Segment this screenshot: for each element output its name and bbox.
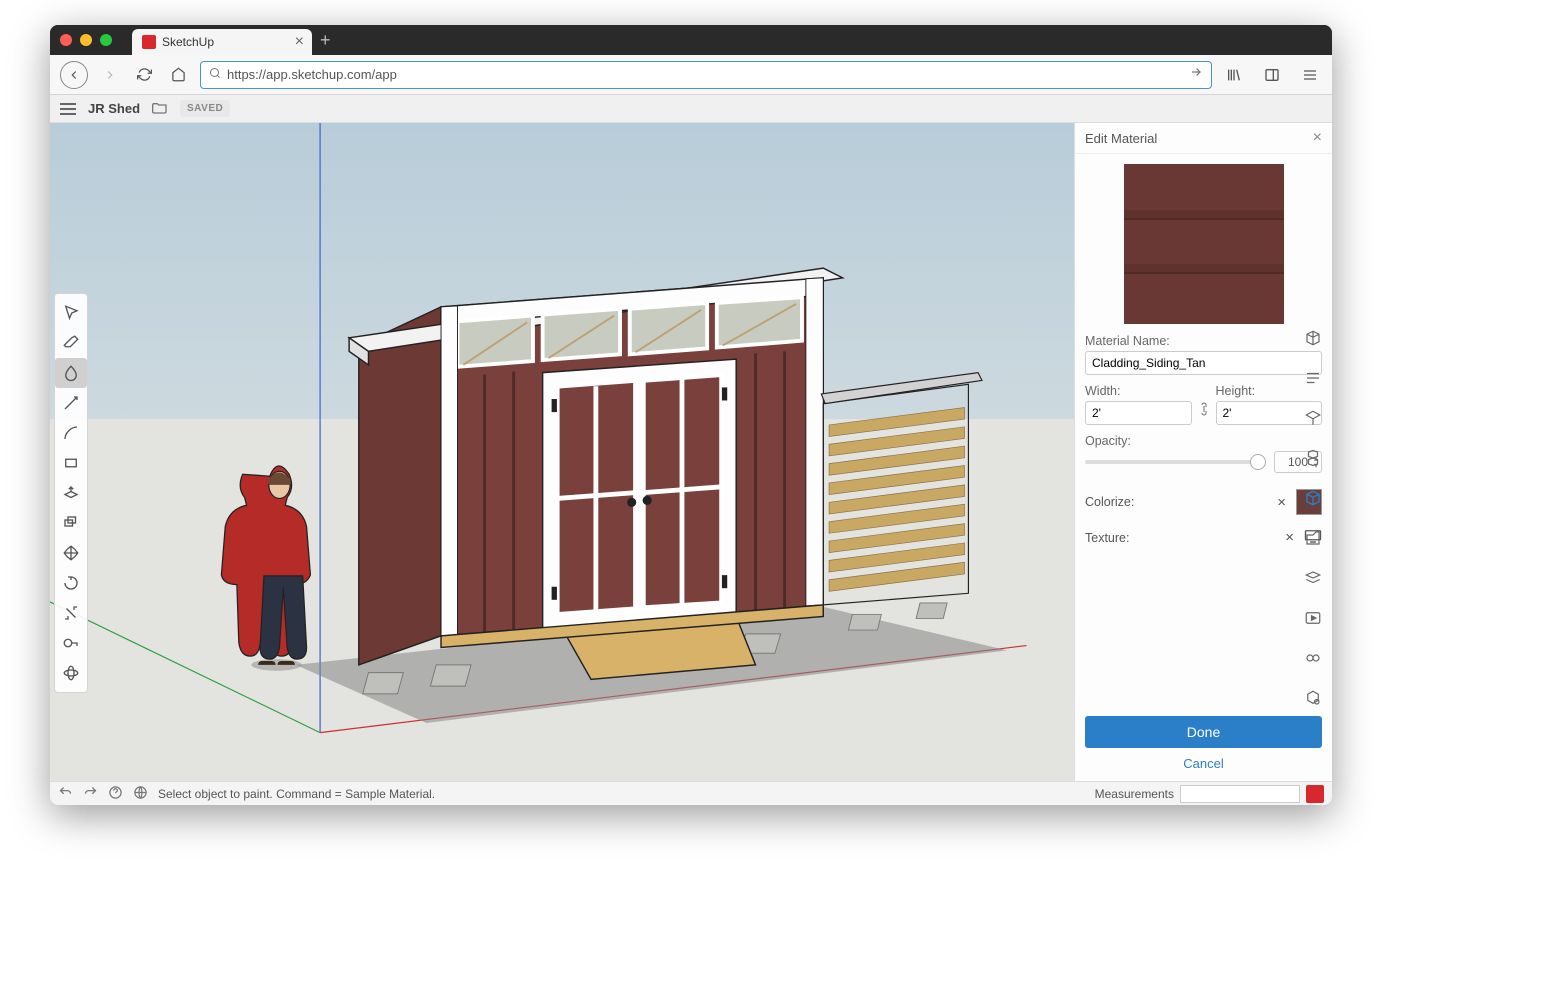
components-tray[interactable] <box>1298 403 1328 433</box>
line-tool[interactable] <box>55 388 87 418</box>
browser-navbar: https://app.sketchup.com/app <box>50 55 1332 95</box>
redo-icon[interactable] <box>83 785 98 803</box>
status-bar: Select object to paint. Command = Sample… <box>50 781 1332 805</box>
layers-tray[interactable] <box>1298 563 1328 593</box>
reload-button[interactable] <box>132 63 156 87</box>
model-info-tray[interactable] <box>1298 683 1328 713</box>
opacity-label: Opacity: <box>1085 434 1322 448</box>
materials-tray[interactable] <box>1298 483 1328 513</box>
measurements-input[interactable] <box>1180 785 1300 803</box>
scenes-tray[interactable] <box>1298 603 1328 633</box>
scale-figure <box>221 466 310 671</box>
app-menu-button[interactable] <box>60 103 76 115</box>
cancel-button[interactable]: Cancel <box>1085 756 1322 771</box>
right-toolbar <box>1298 323 1328 713</box>
undo-icon[interactable] <box>58 785 73 803</box>
pushpull-tool[interactable] <box>55 478 87 508</box>
instructor-tray[interactable] <box>1298 363 1328 393</box>
arc-tool[interactable] <box>55 418 87 448</box>
scale-tool[interactable] <box>55 598 87 628</box>
panel-footer: Done Cancel <box>1075 706 1332 781</box>
help-icon[interactable] <box>108 785 123 803</box>
status-hint: Select object to paint. Command = Sample… <box>158 787 435 801</box>
shape-tool[interactable] <box>55 448 87 478</box>
opacity-slider[interactable] <box>1085 460 1266 464</box>
home-button[interactable] <box>166 63 190 87</box>
main-area: Edit Material × Material Name: <box>50 123 1332 781</box>
measurements-label: Measurements <box>1095 787 1174 801</box>
traffic-lights <box>60 34 112 46</box>
entity-info-tray[interactable] <box>1298 323 1328 353</box>
outliner-tray[interactable] <box>1298 443 1328 473</box>
app-shell: JR Shed SAVED <box>50 95 1332 805</box>
forward-button[interactable] <box>98 63 122 87</box>
app-topbar: JR Shed SAVED <box>50 95 1332 123</box>
texture-label: Texture: <box>1085 531 1129 545</box>
url-bar[interactable]: https://app.sketchup.com/app <box>200 61 1212 89</box>
material-name-label: Material Name: <box>1085 334 1322 348</box>
panel-close-icon[interactable]: × <box>1313 129 1322 147</box>
document-title: JR Shed <box>88 101 140 116</box>
tab-title: SketchUp <box>162 35 214 49</box>
library-icon[interactable] <box>1222 63 1246 87</box>
close-tab-icon[interactable]: × <box>295 33 304 51</box>
move-tool[interactable] <box>55 538 87 568</box>
menu-icon[interactable] <box>1298 63 1322 87</box>
new-tab-button[interactable]: + <box>320 30 331 51</box>
display-tray[interactable] <box>1298 643 1328 673</box>
go-icon[interactable] <box>1189 65 1203 84</box>
edit-material-panel: Edit Material × Material Name: <box>1074 123 1332 781</box>
search-icon <box>209 67 221 82</box>
folder-icon[interactable] <box>152 99 168 119</box>
rotate-tool[interactable] <box>55 568 87 598</box>
url-text: https://app.sketchup.com/app <box>227 67 1189 82</box>
minimize-window-button[interactable] <box>80 34 92 46</box>
colorize-reset-icon[interactable]: × <box>1277 494 1286 511</box>
styles-tray[interactable] <box>1298 523 1328 553</box>
opacity-slider-thumb[interactable] <box>1250 454 1266 470</box>
viewport-3d[interactable] <box>50 123 1074 781</box>
done-button[interactable]: Done <box>1085 716 1322 748</box>
colorize-label: Colorize: <box>1085 495 1134 509</box>
sketchup-logo-icon <box>1306 785 1324 803</box>
model-canvas <box>50 123 1074 781</box>
language-icon[interactable] <box>133 785 148 803</box>
width-input[interactable] <box>1085 401 1192 425</box>
material-name-input[interactable] <box>1085 351 1322 375</box>
browser-right-icons <box>1222 63 1322 87</box>
back-button[interactable] <box>60 61 88 89</box>
browser-window: SketchUp × + https://app.sketchup.com/ap… <box>50 25 1332 805</box>
material-preview <box>1124 164 1284 324</box>
sketchup-favicon <box>142 35 156 49</box>
tape-tool[interactable] <box>55 628 87 658</box>
left-toolbar <box>54 293 88 693</box>
browser-tab[interactable]: SketchUp × <box>132 29 312 55</box>
maximize-window-button[interactable] <box>100 34 112 46</box>
texture-reset-icon[interactable]: × <box>1285 529 1294 546</box>
eraser-tool[interactable] <box>55 328 87 358</box>
offset-tool[interactable] <box>55 508 87 538</box>
saved-badge: SAVED <box>180 100 230 117</box>
panel-title: Edit Material <box>1085 131 1157 146</box>
panel-header: Edit Material × <box>1075 123 1332 154</box>
orbit-tool[interactable] <box>55 658 87 688</box>
sidebar-icon[interactable] <box>1260 63 1284 87</box>
window-titlebar: SketchUp × + <box>50 25 1332 55</box>
close-window-button[interactable] <box>60 34 72 46</box>
panel-body: Material Name: Width: Height: <box>1075 154 1332 706</box>
paint-tool[interactable] <box>55 358 87 388</box>
select-tool[interactable] <box>55 298 87 328</box>
link-dimensions-icon[interactable] <box>1198 400 1210 421</box>
width-label: Width: <box>1085 384 1192 398</box>
